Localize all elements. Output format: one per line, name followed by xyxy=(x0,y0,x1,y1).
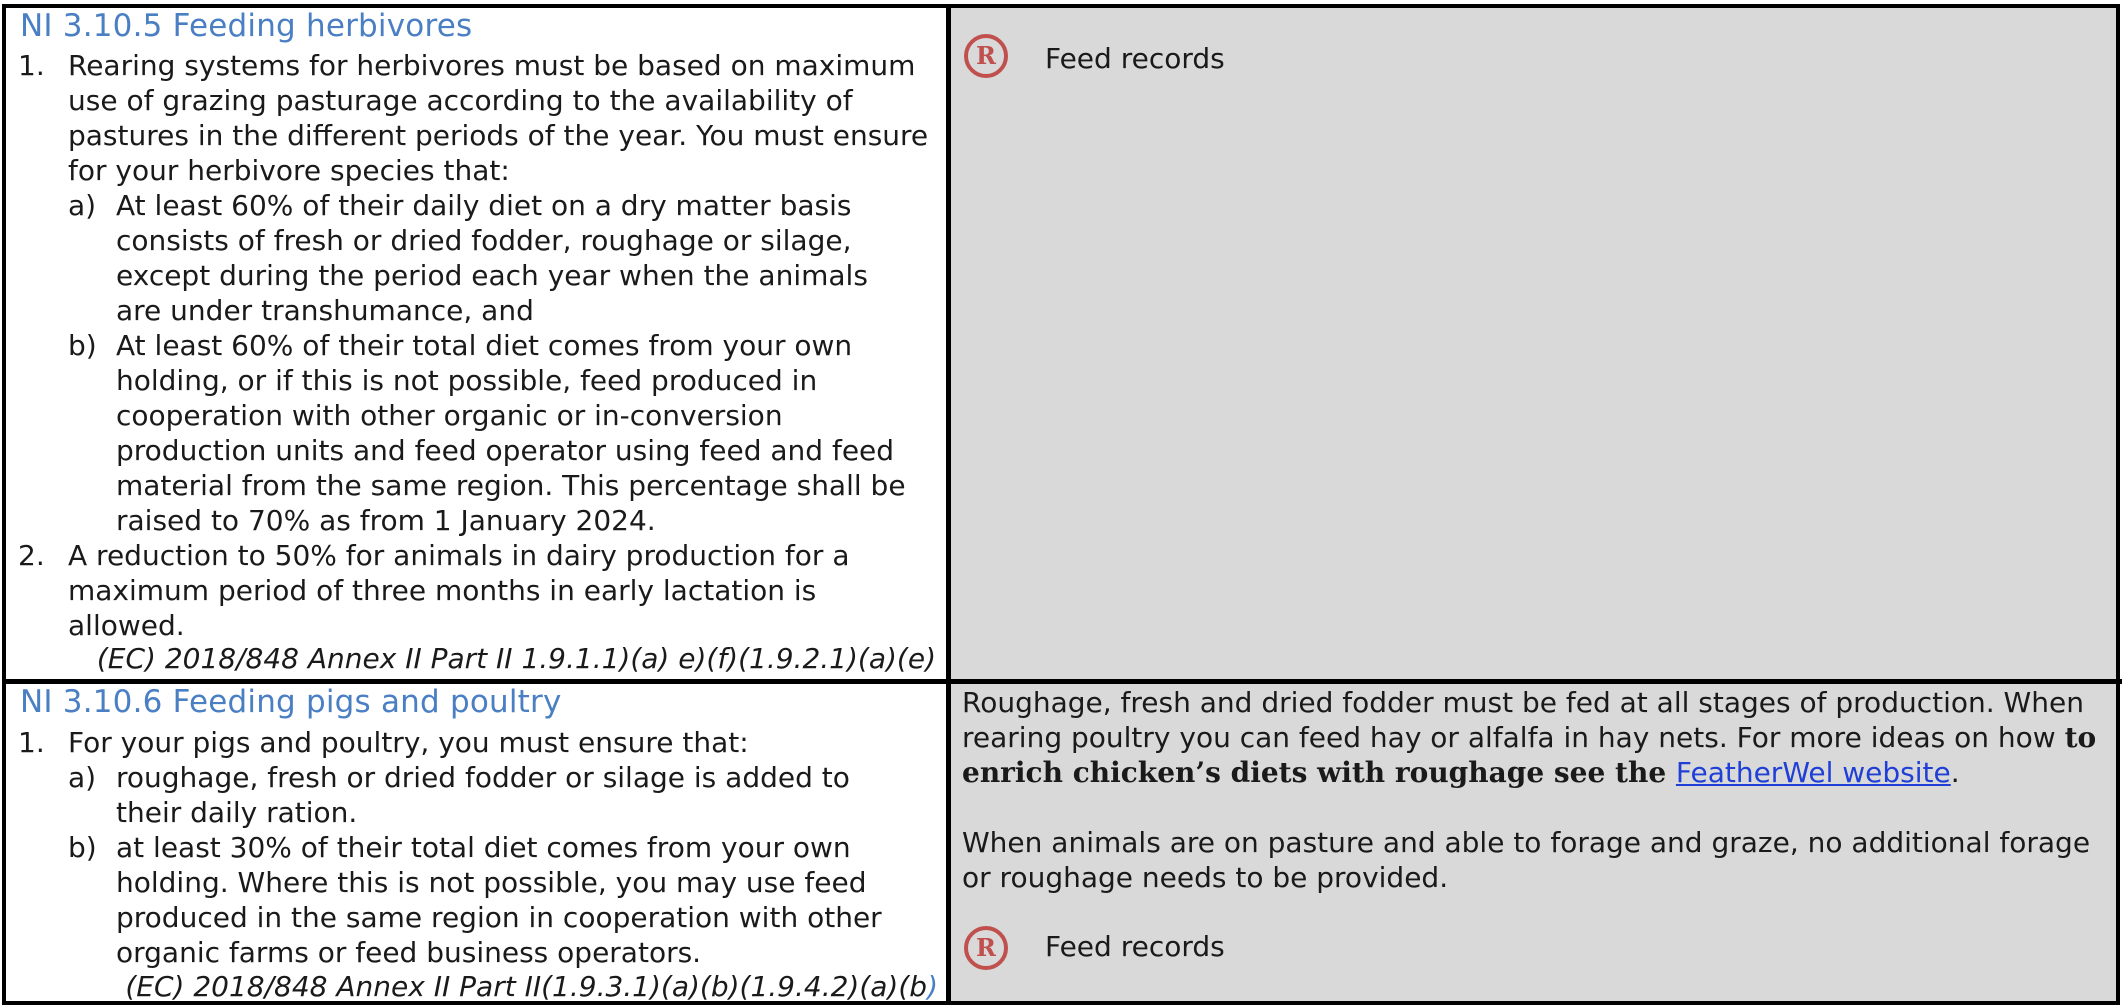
citation-end: ) xyxy=(927,970,938,1003)
section-2-requirements: NI 3.10.6 Feeding pigs and poultry 1. Fo… xyxy=(6,684,946,1003)
featherwel-website-link[interactable]: FeatherWel website xyxy=(1676,756,1951,789)
feed-records-label: Feed records xyxy=(1045,42,1225,75)
row-divider xyxy=(2,679,2122,684)
item-number: 2. xyxy=(18,539,45,572)
item-number: 1. xyxy=(18,49,45,82)
guidance-paragraph-1: Roughage, fresh and dried fodder must be… xyxy=(962,685,2112,790)
guidance-period: . xyxy=(1950,756,1960,789)
guidance-paragraph-2: When animals are on pasture and able to … xyxy=(962,826,2091,894)
subitem-label: b) xyxy=(68,329,97,362)
svg-text:R: R xyxy=(976,933,997,962)
section-1-guidance: R Feed records xyxy=(951,8,2116,679)
section-title: NI 3.10.5 Feeding herbivores xyxy=(20,8,473,44)
subitem-text: roughage, fresh or dried fodder or silag… xyxy=(116,761,850,829)
citation-text: (EC) 2018/848 Annex II Part II(1.9.3.1)(… xyxy=(125,970,928,1003)
column-divider xyxy=(946,4,951,1005)
registered-r-icon: R xyxy=(964,34,1008,78)
feed-records-label: Feed records xyxy=(1045,930,1225,963)
requirements-table: NI 3.10.5 Feeding herbivores 1. Rearing … xyxy=(0,0,2122,1005)
subitem-label: a) xyxy=(68,189,97,222)
subitem-text: at least 30% of their total diet comes f… xyxy=(116,831,882,969)
item-text: For your pigs and poultry, you must ensu… xyxy=(68,726,749,759)
subitem-label: b) xyxy=(68,831,97,864)
subitem-text: At least 60% of their total diet comes f… xyxy=(116,329,906,537)
legal-citation: (EC) 2018/848 Annex II Part II 1.9.1.1)(… xyxy=(96,642,936,675)
item-text: A reduction to 50% for animals in dairy … xyxy=(68,539,850,642)
section-1-requirements: NI 3.10.5 Feeding herbivores 1. Rearing … xyxy=(6,8,946,679)
registered-r-icon: R xyxy=(964,926,1008,970)
legal-citation: (EC) 2018/848 Annex II Part II(1.9.3.1)(… xyxy=(125,970,938,1003)
guidance-text: Roughage, fresh and dried fodder must be… xyxy=(962,686,2084,754)
svg-text:R: R xyxy=(976,41,997,70)
subitem-text: At least 60% of their daily diet on a dr… xyxy=(116,189,868,327)
item-number: 1. xyxy=(18,726,45,759)
item-text: Rearing systems for herbivores must be b… xyxy=(68,49,929,187)
subitem-label: a) xyxy=(68,761,97,794)
section-title: NI 3.10.6 Feeding pigs and poultry xyxy=(20,684,562,720)
